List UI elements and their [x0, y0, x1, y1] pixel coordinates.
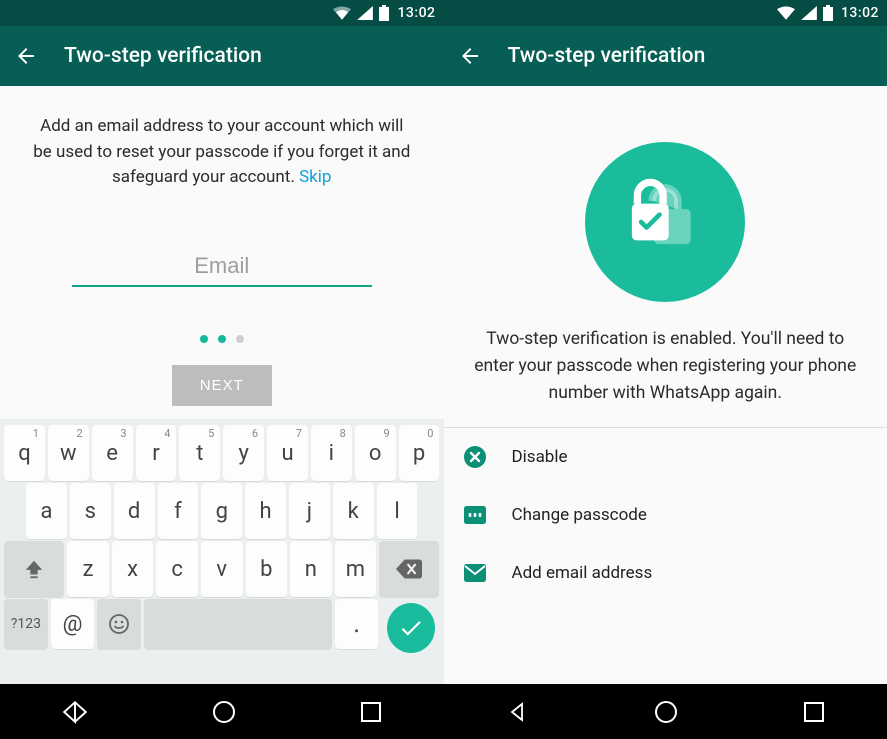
nav-bar	[444, 684, 887, 739]
at-key[interactable]: @	[51, 599, 95, 649]
nav-recent-icon[interactable]	[360, 701, 382, 723]
key-g[interactable]: g	[201, 483, 242, 539]
battery-icon	[823, 5, 833, 21]
soft-keyboard: q1w2e3r4t5y6u7i8o9p0 asdfghjkl zxcvbnm ?…	[0, 419, 444, 684]
kb-row-4: ?123 @ .	[4, 599, 440, 653]
email-field[interactable]	[72, 249, 372, 287]
key-s[interactable]: s	[70, 483, 111, 539]
back-arrow-icon[interactable]	[14, 44, 38, 68]
progress-dot-3	[236, 335, 244, 343]
status-bar: 13:02	[444, 0, 887, 26]
battery-icon	[379, 5, 389, 21]
key-a[interactable]: a	[26, 483, 67, 539]
kb-row-3: zxcvbnm	[4, 541, 440, 597]
key-j[interactable]: j	[289, 483, 330, 539]
key-y[interactable]: y6	[223, 425, 264, 481]
kb-row-2: asdfghjkl	[4, 483, 440, 539]
option-add-email[interactable]: Add email address	[444, 544, 887, 602]
enter-key[interactable]	[387, 603, 435, 653]
symbols-key[interactable]: ?123	[4, 599, 48, 649]
status-time: 13:02	[839, 5, 879, 21]
enabled-message: Two-step verification is enabled. You'll…	[444, 302, 887, 407]
option-change-label: Change passcode	[512, 505, 647, 525]
key-h[interactable]: h	[245, 483, 286, 539]
app-bar: Two-step verification	[444, 26, 887, 86]
space-key[interactable]	[144, 599, 332, 649]
back-arrow-icon[interactable]	[458, 44, 482, 68]
status-time: 13:02	[395, 5, 435, 21]
status-bar: 13:02	[0, 0, 444, 26]
cellular-icon	[801, 6, 817, 20]
email-field-wrap	[72, 249, 372, 287]
option-disable-label: Disable	[512, 447, 568, 467]
device-left: 13:02 Two-step verification Add an email…	[0, 0, 444, 739]
progress-dot-2	[218, 335, 226, 343]
wifi-icon	[777, 6, 795, 20]
app-bar: Two-step verification	[0, 26, 444, 86]
key-p[interactable]: p0	[399, 425, 440, 481]
screen-body-right: Two-step verification is enabled. You'll…	[444, 86, 887, 739]
kb-row-1: q1w2e3r4t5y6u7i8o9p0	[4, 425, 440, 481]
key-l[interactable]: l	[377, 483, 418, 539]
page-title: Two-step verification	[508, 44, 706, 68]
skip-link[interactable]: Skip	[299, 167, 331, 187]
shift-key[interactable]	[4, 541, 64, 597]
lock-badge	[585, 142, 745, 302]
nav-back-icon[interactable]	[505, 700, 529, 724]
key-v[interactable]: v	[201, 541, 243, 597]
emoji-key[interactable]	[97, 599, 141, 649]
key-i[interactable]: i8	[311, 425, 352, 481]
screen-body-left: Add an email address to your account whi…	[0, 86, 444, 739]
options-list: Disable Change passcode Add email addres…	[444, 428, 887, 602]
key-z[interactable]: z	[67, 541, 109, 597]
option-disable[interactable]: Disable	[444, 428, 887, 486]
backspace-key[interactable]	[379, 541, 439, 597]
disable-icon	[464, 446, 486, 468]
cellular-icon	[357, 6, 373, 20]
nav-home-icon[interactable]	[211, 699, 237, 725]
key-n[interactable]: n	[290, 541, 332, 597]
key-r[interactable]: r4	[136, 425, 177, 481]
lead-text: Add an email address to your account whi…	[0, 86, 444, 191]
lead-text-content: Add an email address to your account whi…	[33, 116, 410, 187]
key-d[interactable]: d	[114, 483, 155, 539]
key-f[interactable]: f	[158, 483, 199, 539]
key-x[interactable]: x	[112, 541, 154, 597]
option-email-label: Add email address	[512, 563, 653, 583]
option-change-passcode[interactable]: Change passcode	[444, 486, 887, 544]
nav-recent-icon[interactable]	[803, 701, 825, 723]
next-button[interactable]: NEXT	[172, 365, 272, 406]
key-u[interactable]: u7	[267, 425, 308, 481]
device-right: 13:02 Two-step verification Two-step ver…	[444, 0, 887, 739]
email-icon	[464, 562, 486, 584]
lock-check-icon	[619, 176, 711, 268]
nav-back-icon[interactable]	[62, 699, 88, 725]
progress-dots	[200, 335, 244, 343]
key-o[interactable]: o9	[355, 425, 396, 481]
nav-bar	[0, 684, 444, 739]
key-c[interactable]: c	[156, 541, 198, 597]
progress-dot-1	[200, 335, 208, 343]
key-b[interactable]: b	[246, 541, 288, 597]
key-w[interactable]: w2	[48, 425, 89, 481]
key-q[interactable]: q1	[4, 425, 45, 481]
key-t[interactable]: t5	[179, 425, 220, 481]
nav-home-icon[interactable]	[653, 699, 679, 725]
key-e[interactable]: e3	[92, 425, 133, 481]
period-key[interactable]: .	[335, 599, 379, 649]
passcode-icon	[464, 504, 486, 526]
key-m[interactable]: m	[335, 541, 377, 597]
wifi-icon	[333, 6, 351, 20]
page-title: Two-step verification	[64, 44, 262, 68]
key-k[interactable]: k	[333, 483, 374, 539]
